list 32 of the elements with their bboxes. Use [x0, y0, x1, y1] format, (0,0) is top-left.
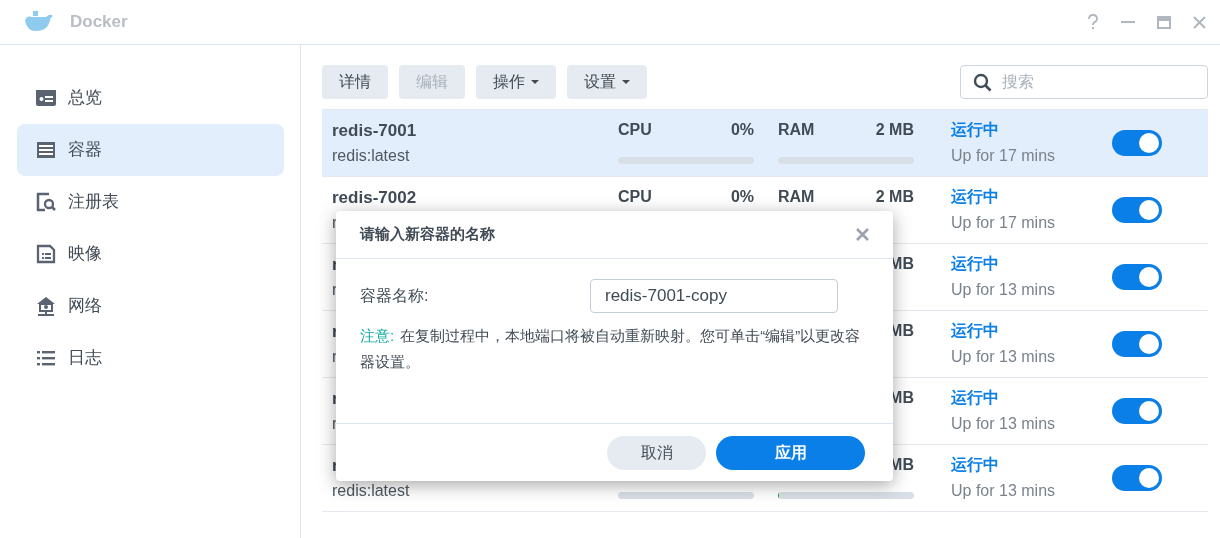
container-name: redis-7001 — [332, 120, 417, 142]
field-label: 容器名称: — [360, 286, 430, 306]
uptime-text: Up for 13 mins — [951, 347, 1056, 367]
metric-value: 2 MB — [875, 120, 914, 140]
metric-value: 0% — [730, 120, 754, 140]
status-text: 运行中 — [951, 254, 999, 274]
metric-label: CPU — [618, 187, 652, 207]
status-text: 运行中 — [951, 321, 999, 341]
image-name: r — [332, 280, 338, 300]
metric-label: RAM — [778, 120, 815, 140]
uptime-text: Up for 13 mins — [951, 481, 1056, 501]
window-title: Docker — [70, 11, 128, 34]
status-text: 运行中 — [951, 187, 999, 207]
image-name: r — [332, 414, 338, 434]
uptime-text: Up for 13 mins — [951, 280, 1056, 300]
uptime-text: Up for 17 mins — [951, 146, 1056, 166]
metric-label: RAM — [778, 187, 815, 207]
status-text: 运行中 — [951, 120, 999, 140]
uptime-text: Up for 13 mins — [951, 414, 1056, 434]
image-name: redis:latest — [332, 146, 410, 166]
status-text: 运行中 — [951, 388, 999, 408]
metric-value: 2 MB — [875, 187, 914, 207]
image-name: r — [332, 213, 338, 233]
status-text: 运行中 — [951, 455, 999, 475]
image-name: redis:latest — [332, 481, 410, 501]
container-name: redis-7002 — [332, 187, 417, 209]
image-name: r — [332, 347, 338, 367]
uptime-text: Up for 17 mins — [951, 213, 1056, 233]
note-text: 注意: 在复制过程中，本地端口将被自动重新映射。您可单击“编辑”以更改容器设置。 — [360, 326, 862, 372]
dialog-title: 请输入新容器的名称 — [360, 224, 495, 245]
metric-value: 0% — [730, 187, 754, 207]
metric-label: CPU — [618, 120, 652, 140]
